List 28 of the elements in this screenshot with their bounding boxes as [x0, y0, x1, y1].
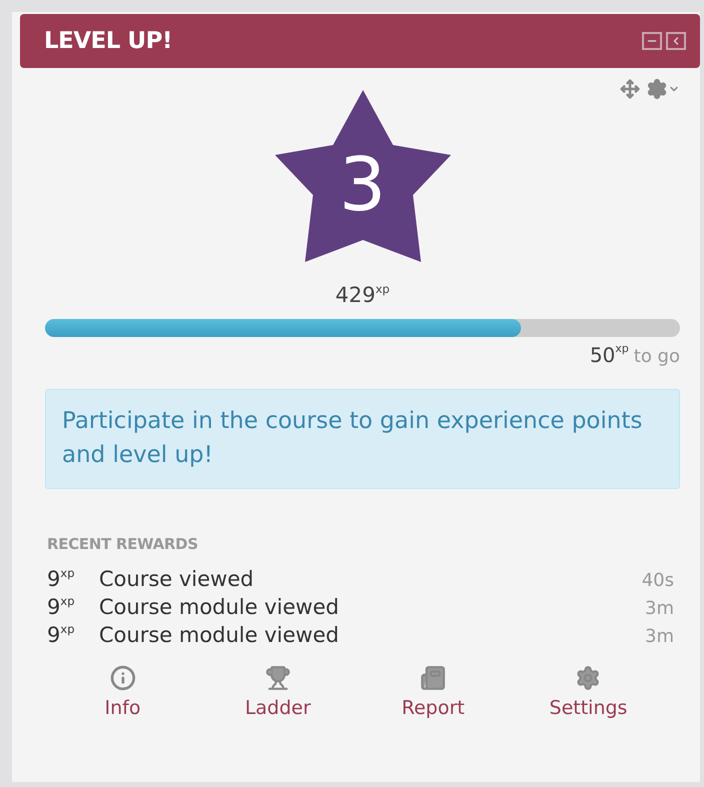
to-go-label: to go [634, 346, 680, 367]
block-title: LEVEL UP! [44, 28, 172, 54]
reward-time: 40s [642, 570, 675, 591]
xp-remaining: 50$^{xp}$ [590, 343, 629, 367]
minimize-icon[interactable] [642, 32, 662, 50]
reward-description: Course module viewed [99, 623, 339, 647]
footer-link[interactable]: Info [45, 665, 200, 719]
reward-time: 3m [645, 598, 675, 619]
trophy-icon [264, 665, 291, 691]
reward-points: 9$^{xp}$ [47, 623, 75, 647]
reward-description: Course module viewed [99, 595, 339, 619]
footer-link[interactable]: Settings [510, 665, 666, 719]
reward-time: 3m [645, 626, 675, 647]
settings-icon[interactable] [646, 78, 680, 100]
section-heading: RECENT REWARDS [47, 535, 199, 553]
info-icon [110, 665, 136, 691]
reward-points: 9$^{xp}$ [47, 595, 75, 619]
report-icon [420, 665, 446, 691]
move-icon[interactable] [620, 79, 640, 99]
reward-points: 9$^{xp}$ [47, 567, 75, 591]
dock-icon[interactable] [666, 32, 686, 50]
footer-link[interactable]: Report [356, 665, 511, 719]
xp-total: 429$^{xp}$ [335, 283, 390, 307]
info-notice: Participate in the course to gain experience points and level up! [45, 389, 680, 489]
reward-description: Course viewed [99, 567, 254, 591]
footer-link[interactable]: Ladder [200, 665, 356, 719]
level-number: 3 [338, 148, 388, 222]
settings-icon [575, 665, 602, 691]
